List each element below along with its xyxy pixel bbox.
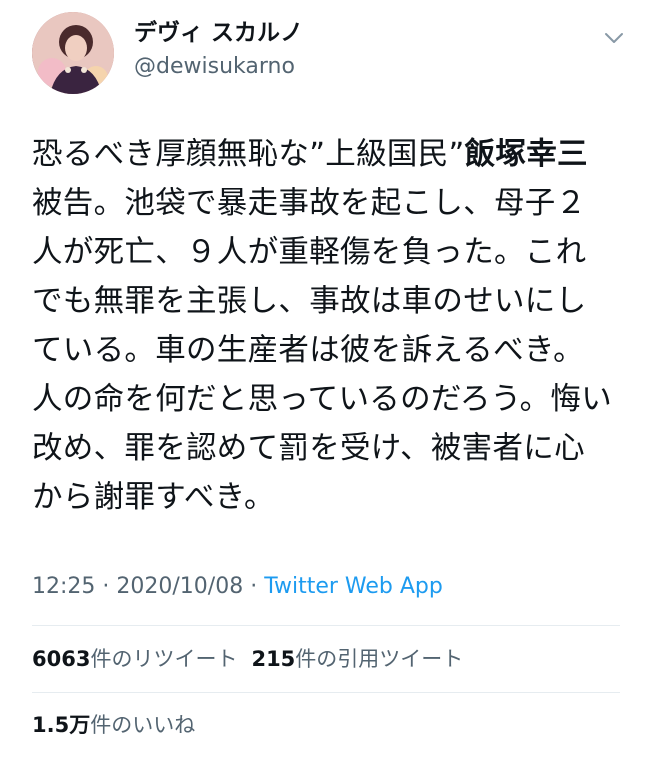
tweet-text-part: 恐るべき厚顔無恥な”上級国民” xyxy=(32,137,465,172)
divider xyxy=(32,625,620,626)
user-info: デヴィ スカルノ @dewisukarno xyxy=(134,18,303,82)
retweets-label: 件のリツイート xyxy=(90,647,238,671)
avatar[interactable] xyxy=(32,12,114,94)
likes-count: 1.5万 xyxy=(32,713,91,737)
tweet-date[interactable]: 2020/10/08 xyxy=(116,574,243,599)
quotes-stat[interactable]: 215件の引用ツイート xyxy=(251,647,463,671)
likes-stats-row: 1.5万件のいいね xyxy=(32,708,195,742)
divider xyxy=(32,692,620,693)
tweet-time[interactable]: 12:25 xyxy=(32,574,95,599)
user-handle[interactable]: @dewisukarno xyxy=(134,52,303,82)
tweet-text: 恐るべき厚顔無恥な”上級国民”飯塚幸三被告。池袋で暴走事故を起こし、母子２人が死… xyxy=(32,130,612,522)
quotes-label: 件の引用ツイート xyxy=(295,647,464,671)
display-name[interactable]: デヴィ スカルノ xyxy=(134,18,303,48)
avatar-photo xyxy=(32,12,114,94)
retweet-stats-row: 6063件のリツイート 215件の引用ツイート xyxy=(32,642,463,676)
likes-stat[interactable]: 1.5万件のいいね xyxy=(32,713,195,737)
meta-separator: · xyxy=(95,574,117,599)
retweets-stat[interactable]: 6063件のリツイート xyxy=(32,647,237,671)
retweets-count: 6063 xyxy=(32,647,91,671)
tweet-detail: デヴィ スカルノ @dewisukarno 恐るべき厚顔無恥な”上級国民”飯塚幸… xyxy=(0,0,650,769)
tweet-text-part: 被告。池袋で暴走事故を起こし、母子２人が死亡、９人が重軽傷を負った。これでも無罪… xyxy=(32,186,613,515)
chevron-down-icon[interactable] xyxy=(602,26,626,50)
tweet-source-link[interactable]: Twitter Web App xyxy=(264,574,443,599)
likes-label: 件のいいね xyxy=(90,713,196,737)
tweet-text-bold: 飯塚幸三 xyxy=(464,137,588,172)
tweet-meta: 12:25 · 2020/10/08 · Twitter Web App xyxy=(32,570,443,604)
meta-separator: · xyxy=(243,574,265,599)
tweet-header: デヴィ スカルノ @dewisukarno xyxy=(32,12,630,96)
quotes-count: 215 xyxy=(251,647,296,671)
